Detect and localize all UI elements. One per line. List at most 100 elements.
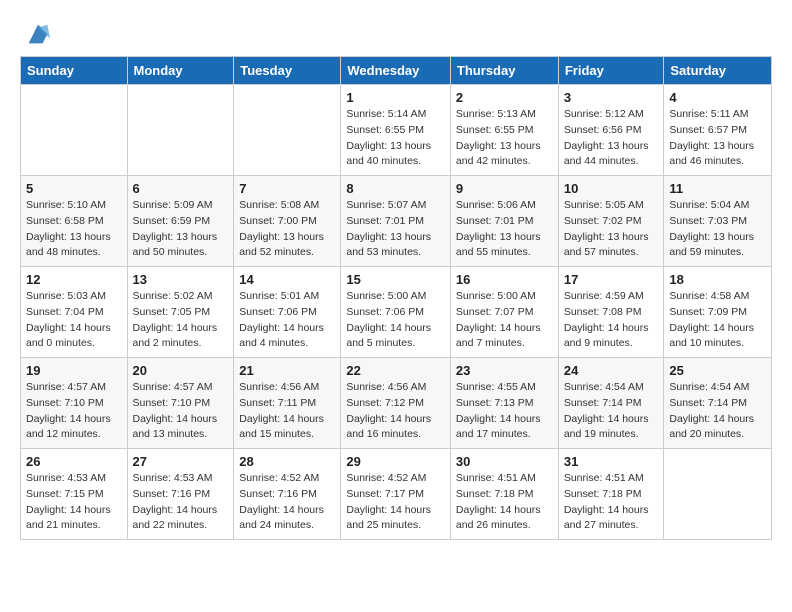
day-number: 30 [456,454,553,469]
calendar-cell: 2 Sunrise: 5:13 AMSunset: 6:55 PMDaylight… [450,85,558,176]
day-number: 12 [26,272,122,287]
day-header-sunday: Sunday [21,57,128,85]
day-detail: Sunrise: 4:57 AMSunset: 7:10 PMDaylight:… [26,380,122,443]
calendar-cell: 29 Sunrise: 4:52 AMSunset: 7:17 PMDayligh… [341,449,451,540]
calendar-cell: 30 Sunrise: 4:51 AMSunset: 7:18 PMDayligh… [450,449,558,540]
calendar-cell: 3 Sunrise: 5:12 AMSunset: 6:56 PMDaylight… [558,85,664,176]
day-detail: Sunrise: 4:51 AMSunset: 7:18 PMDaylight:… [456,471,553,534]
calendar-cell [21,85,128,176]
day-detail: Sunrise: 4:53 AMSunset: 7:15 PMDaylight:… [26,471,122,534]
day-detail: Sunrise: 5:08 AMSunset: 7:00 PMDaylight:… [239,198,335,261]
calendar-week-row: 26 Sunrise: 4:53 AMSunset: 7:15 PMDayligh… [21,449,772,540]
calendar-cell: 18 Sunrise: 4:58 AMSunset: 7:09 PMDayligh… [664,267,772,358]
calendar-cell: 13 Sunrise: 5:02 AMSunset: 7:05 PMDayligh… [127,267,234,358]
calendar-table: SundayMondayTuesdayWednesdayThursdayFrid… [20,56,772,540]
calendar-cell: 11 Sunrise: 5:04 AMSunset: 7:03 PMDayligh… [664,176,772,267]
day-number: 1 [346,90,445,105]
day-number: 26 [26,454,122,469]
day-number: 14 [239,272,335,287]
day-header-tuesday: Tuesday [234,57,341,85]
day-detail: Sunrise: 4:51 AMSunset: 7:18 PMDaylight:… [564,471,659,534]
day-number: 25 [669,363,766,378]
day-number: 20 [133,363,229,378]
day-number: 6 [133,181,229,196]
calendar-cell: 17 Sunrise: 4:59 AMSunset: 7:08 PMDayligh… [558,267,664,358]
calendar-cell: 22 Sunrise: 4:56 AMSunset: 7:12 PMDayligh… [341,358,451,449]
day-number: 7 [239,181,335,196]
calendar-cell: 10Sunrise: 5:05 AMSunset: 7:02 PMDayligh… [558,176,664,267]
logo [20,20,52,48]
day-number: 17 [564,272,659,287]
day-detail: Sunrise: 4:56 AMSunset: 7:12 PMDaylight:… [346,380,445,443]
day-detail: Sunrise: 5:04 AMSunset: 7:03 PMDaylight:… [669,198,766,261]
day-number: 23 [456,363,553,378]
day-number: 31 [564,454,659,469]
day-header-thursday: Thursday [450,57,558,85]
calendar-week-row: 12 Sunrise: 5:03 AMSunset: 7:04 PMDayligh… [21,267,772,358]
day-detail: Sunrise: 5:00 AMSunset: 7:06 PMDaylight:… [346,289,445,352]
day-detail: Sunrise: 4:55 AMSunset: 7:13 PMDaylight:… [456,380,553,443]
calendar-cell: 6Sunrise: 5:09 AMSunset: 6:59 PMDaylight… [127,176,234,267]
day-detail: Sunrise: 5:01 AMSunset: 7:06 PMDaylight:… [239,289,335,352]
day-detail: Sunrise: 5:02 AMSunset: 7:05 PMDaylight:… [133,289,229,352]
day-detail: Sunrise: 5:14 AMSunset: 6:55 PMDaylight:… [346,107,445,170]
day-detail: Sunrise: 5:06 AMSunset: 7:01 PMDaylight:… [456,198,553,261]
day-detail: Sunrise: 5:13 AMSunset: 6:55 PMDaylight:… [456,107,553,170]
day-detail: Sunrise: 4:52 AMSunset: 7:16 PMDaylight:… [239,471,335,534]
day-number: 2 [456,90,553,105]
day-detail: Sunrise: 4:58 AMSunset: 7:09 PMDaylight:… [669,289,766,352]
calendar-cell: 4 Sunrise: 5:11 AMSunset: 6:57 PMDaylight… [664,85,772,176]
day-detail: Sunrise: 4:54 AMSunset: 7:14 PMDaylight:… [564,380,659,443]
day-detail: Sunrise: 4:53 AMSunset: 7:16 PMDaylight:… [133,471,229,534]
calendar-cell: 1 Sunrise: 5:14 AMSunset: 6:55 PMDaylight… [341,85,451,176]
day-number: 10 [564,181,659,196]
day-number: 8 [346,181,445,196]
day-number: 24 [564,363,659,378]
day-detail: Sunrise: 4:59 AMSunset: 7:08 PMDaylight:… [564,289,659,352]
calendar-cell [664,449,772,540]
page-header [20,20,772,48]
day-header-monday: Monday [127,57,234,85]
day-number: 21 [239,363,335,378]
calendar-week-row: 19 Sunrise: 4:57 AMSunset: 7:10 PMDayligh… [21,358,772,449]
calendar-cell: 20 Sunrise: 4:57 AMSunset: 7:10 PMDayligh… [127,358,234,449]
day-number: 3 [564,90,659,105]
calendar-cell: 27 Sunrise: 4:53 AMSunset: 7:16 PMDayligh… [127,449,234,540]
day-detail: Sunrise: 4:52 AMSunset: 7:17 PMDaylight:… [346,471,445,534]
calendar-cell: 7 Sunrise: 5:08 AMSunset: 7:00 PMDaylight… [234,176,341,267]
calendar-header-row: SundayMondayTuesdayWednesdayThursdayFrid… [21,57,772,85]
calendar-cell: 19 Sunrise: 4:57 AMSunset: 7:10 PMDayligh… [21,358,128,449]
day-number: 28 [239,454,335,469]
calendar-week-row: 1 Sunrise: 5:14 AMSunset: 6:55 PMDaylight… [21,85,772,176]
day-number: 19 [26,363,122,378]
day-detail: Sunrise: 5:10 AMSunset: 6:58 PMDaylight:… [26,198,122,261]
day-number: 22 [346,363,445,378]
day-number: 27 [133,454,229,469]
calendar-cell: 31 Sunrise: 4:51 AMSunset: 7:18 PMDayligh… [558,449,664,540]
day-number: 16 [456,272,553,287]
day-header-wednesday: Wednesday [341,57,451,85]
day-detail: Sunrise: 5:07 AMSunset: 7:01 PMDaylight:… [346,198,445,261]
day-number: 18 [669,272,766,287]
day-number: 29 [346,454,445,469]
day-detail: Sunrise: 5:11 AMSunset: 6:57 PMDaylight:… [669,107,766,170]
calendar-cell: 15 Sunrise: 5:00 AMSunset: 7:06 PMDayligh… [341,267,451,358]
day-detail: Sunrise: 4:57 AMSunset: 7:10 PMDaylight:… [133,380,229,443]
calendar-week-row: 5Sunrise: 5:10 AMSunset: 6:58 PMDaylight… [21,176,772,267]
calendar-cell: 25Sunrise: 4:54 AMSunset: 7:14 PMDayligh… [664,358,772,449]
calendar-cell: 28 Sunrise: 4:52 AMSunset: 7:16 PMDayligh… [234,449,341,540]
day-detail: Sunrise: 5:12 AMSunset: 6:56 PMDaylight:… [564,107,659,170]
calendar-cell: 14 Sunrise: 5:01 AMSunset: 7:06 PMDayligh… [234,267,341,358]
calendar-cell: 23 Sunrise: 4:55 AMSunset: 7:13 PMDayligh… [450,358,558,449]
calendar-cell [234,85,341,176]
day-detail: Sunrise: 5:00 AMSunset: 7:07 PMDaylight:… [456,289,553,352]
day-number: 4 [669,90,766,105]
calendar-cell: 5Sunrise: 5:10 AMSunset: 6:58 PMDaylight… [21,176,128,267]
day-number: 15 [346,272,445,287]
calendar-cell: 21 Sunrise: 4:56 AMSunset: 7:11 PMDayligh… [234,358,341,449]
logo-icon [24,20,52,48]
day-detail: Sunrise: 4:56 AMSunset: 7:11 PMDaylight:… [239,380,335,443]
day-number: 11 [669,181,766,196]
day-detail: Sunrise: 5:03 AMSunset: 7:04 PMDaylight:… [26,289,122,352]
day-number: 13 [133,272,229,287]
